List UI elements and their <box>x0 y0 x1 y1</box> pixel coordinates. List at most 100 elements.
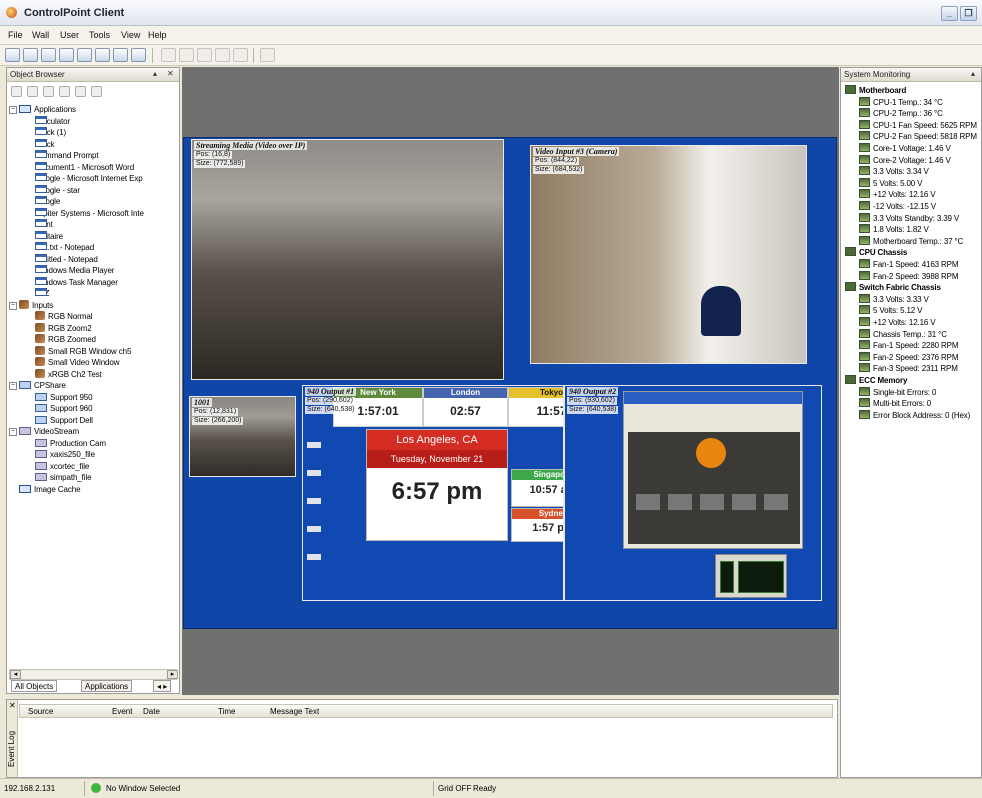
tree-item[interactable]: xaxis250_file <box>35 449 95 460</box>
monitor-item[interactable]: Single-bit Errors: 0 <box>859 386 936 398</box>
monitor-item[interactable]: 3.3 Volts: 3.34 V <box>859 166 929 177</box>
monitor-item[interactable]: Fan-1 Speed: 2280 RPM <box>859 340 959 351</box>
scroll-right-icon[interactable]: ▸ <box>167 670 178 679</box>
tree-item[interactable]: RGB Zoom2 <box>35 322 92 334</box>
monitor-item[interactable]: Motherboard Temp.: 37 °C <box>859 235 963 247</box>
monitor-group[interactable]: Motherboard <box>845 85 906 96</box>
monitor-item[interactable]: CPU-1 Fan Speed: 5625 RPM <box>859 119 977 131</box>
collapse-icon[interactable]: − <box>9 428 17 436</box>
arrange-icon[interactable] <box>113 48 128 62</box>
delete-icon[interactable] <box>27 86 38 97</box>
tree-item[interactable]: Support 950 <box>35 392 93 403</box>
window-output-1[interactable]: New York 1:57:01 London 02:57 Tokyo 11:5… <box>302 385 564 601</box>
tree-item[interactable]: − Applications <box>9 104 76 115</box>
monitor-item[interactable]: Fan-3 Speed: 2311 RPM <box>859 363 958 374</box>
tab-all-objects[interactable]: All Objects <box>11 680 58 692</box>
monitor-item[interactable]: 5 Volts: 5.00 V <box>859 177 922 189</box>
tab-scroll-arrows[interactable]: ◂ ▸ <box>153 680 172 692</box>
monitor-item[interactable]: Error Block Address: 0 (Hex) <box>859 409 970 421</box>
collapse-icon[interactable]: − <box>9 106 17 114</box>
window-camera[interactable]: Video Input #3 (Camera) Pos: (844,22) Si… <box>530 145 807 364</box>
tree-item[interactable]: Untitled - Notepad <box>35 253 98 265</box>
pin-icon[interactable]: ▴ <box>971 69 975 78</box>
monitor-item[interactable]: Multi-bit Errors: 0 <box>859 398 931 409</box>
menu-wall[interactable]: Wall <box>32 30 49 40</box>
col-source[interactable]: Source <box>28 707 53 716</box>
tree-item[interactable]: Google - star <box>35 184 80 196</box>
col-event[interactable]: Event <box>112 707 132 716</box>
tab-applications[interactable]: Applications <box>81 680 133 692</box>
tree-item[interactable]: − VideoStream <box>9 426 79 437</box>
tree-item[interactable]: Support Dell <box>35 415 93 426</box>
tree-item[interactable]: RGB Normal <box>35 311 92 322</box>
col-time[interactable]: Time <box>218 707 235 716</box>
tree-item[interactable]: test.txt - Notepad <box>35 242 94 253</box>
menu-user[interactable]: User <box>60 30 79 40</box>
monitor-group[interactable]: CPU Chassis <box>845 247 907 258</box>
menu-tools[interactable]: Tools <box>89 30 110 40</box>
document-icon[interactable] <box>41 48 56 62</box>
link-icon[interactable] <box>43 86 54 97</box>
copy-icon[interactable] <box>91 86 102 97</box>
tree-item[interactable]: Jupiter Systems - Microsoft Inte <box>35 207 144 219</box>
monitor-item[interactable]: CPU-1 Temp.: 34 °C <box>859 96 943 108</box>
tree-item[interactable]: Image Cache <box>19 484 81 495</box>
monitor-item[interactable]: 5 Volts: 5.12 V <box>859 305 922 316</box>
monitor-item[interactable]: Core-1 Voltage: 1.46 V <box>859 143 951 154</box>
monitor-small-icon[interactable] <box>59 86 70 97</box>
monitor-item[interactable]: Fan-2 Speed: 3988 RPM <box>859 270 959 282</box>
horizontal-scrollbar[interactable]: ◂ ▸ <box>9 669 178 680</box>
tree-item[interactable]: Production Cam <box>35 438 106 449</box>
monitor-item[interactable]: Fan-2 Speed: 2376 RPM <box>859 351 959 363</box>
monitor-item[interactable]: -12 Volts: -12.15 V <box>859 201 936 212</box>
tile-icon[interactable] <box>131 48 146 62</box>
monitor-item[interactable]: CPU-2 Fan Speed: 5818 RPM <box>859 131 977 142</box>
monitor-item[interactable]: Chassis Temp.: 31 °C <box>859 328 947 340</box>
monitor-item[interactable]: +12 Volts: 12.16 V <box>859 317 936 328</box>
tree-item[interactable]: simpath_file <box>35 472 92 483</box>
monitor-item[interactable]: 1.8 Volts: 1.82 V <box>859 224 929 235</box>
monitor-item[interactable]: 3.3 Volts: 3.33 V <box>859 293 929 305</box>
tree-item[interactable]: xcortec_file <box>35 461 89 472</box>
tree-item[interactable]: xRGB Ch2 Test <box>35 368 102 380</box>
maximize-button[interactable]: ❐ <box>960 6 977 21</box>
monitor-item[interactable]: +12 Volts: 12.16 V <box>859 189 936 200</box>
tree-item[interactable]: Small RGB Window ch5 <box>35 345 131 357</box>
col-message[interactable]: Message Text <box>270 707 319 716</box>
window-streaming-media[interactable]: Streaming Media (Video over IP) Pos: (16… <box>191 139 504 380</box>
col-date[interactable]: Date <box>143 707 160 716</box>
menu-file[interactable]: File <box>8 30 23 40</box>
tree-item[interactable]: − Inputs <box>9 299 53 311</box>
tree-item[interactable]: Document1 - Microsoft Word <box>35 161 134 173</box>
tree-item[interactable]: Solitaire <box>35 230 63 242</box>
tree-item[interactable]: Google <box>35 196 60 207</box>
tree-item[interactable]: Windows Task Manager <box>35 276 118 288</box>
monitor-item[interactable]: Core-2 Voltage: 1.46 V <box>859 154 951 166</box>
minimize-button[interactable]: _ <box>941 6 958 21</box>
menu-view[interactable]: View <box>121 30 140 40</box>
monitor-group[interactable]: ECC Memory <box>845 375 907 386</box>
window-small[interactable]: 1001 Pos: (12,831) Size: (266,200) <box>189 396 296 477</box>
monitor-item[interactable]: 3.3 Volts Standby: 3.39 V <box>859 212 959 224</box>
monitor-item[interactable]: CPU-2 Temp.: 36 °C <box>859 108 943 119</box>
save-icon[interactable] <box>75 86 86 97</box>
monitor-item[interactable]: Fan-1 Speed: 4163 RPM <box>859 259 959 270</box>
tree-item[interactable]: Calculator <box>35 115 70 127</box>
chart-icon[interactable] <box>59 48 74 62</box>
properties-icon[interactable] <box>11 86 22 97</box>
collapse-icon[interactable]: − <box>9 382 17 390</box>
close-icon[interactable]: ✕ <box>167 69 174 78</box>
tree-item[interactable]: Support 960 <box>35 403 93 414</box>
tree-item[interactable]: Small Video Window <box>35 357 120 368</box>
tree-item[interactable]: Paint <box>35 219 53 230</box>
tree-item[interactable]: ZZZ <box>35 288 49 299</box>
layout-icon[interactable] <box>77 48 92 62</box>
window-output-2[interactable]: 940 Output #2 Pos: (930,602) Size: (640,… <box>564 385 822 601</box>
tree-item[interactable]: − CPShare <box>9 380 66 391</box>
tree-item[interactable]: RGB Zoomed <box>35 334 96 345</box>
tree-item[interactable]: Clock <box>35 138 55 150</box>
wall-icon[interactable] <box>5 48 20 62</box>
close-icon[interactable]: ✕ <box>9 701 16 710</box>
monitor-icon[interactable] <box>23 48 38 62</box>
collapse-icon[interactable]: − <box>9 301 17 310</box>
